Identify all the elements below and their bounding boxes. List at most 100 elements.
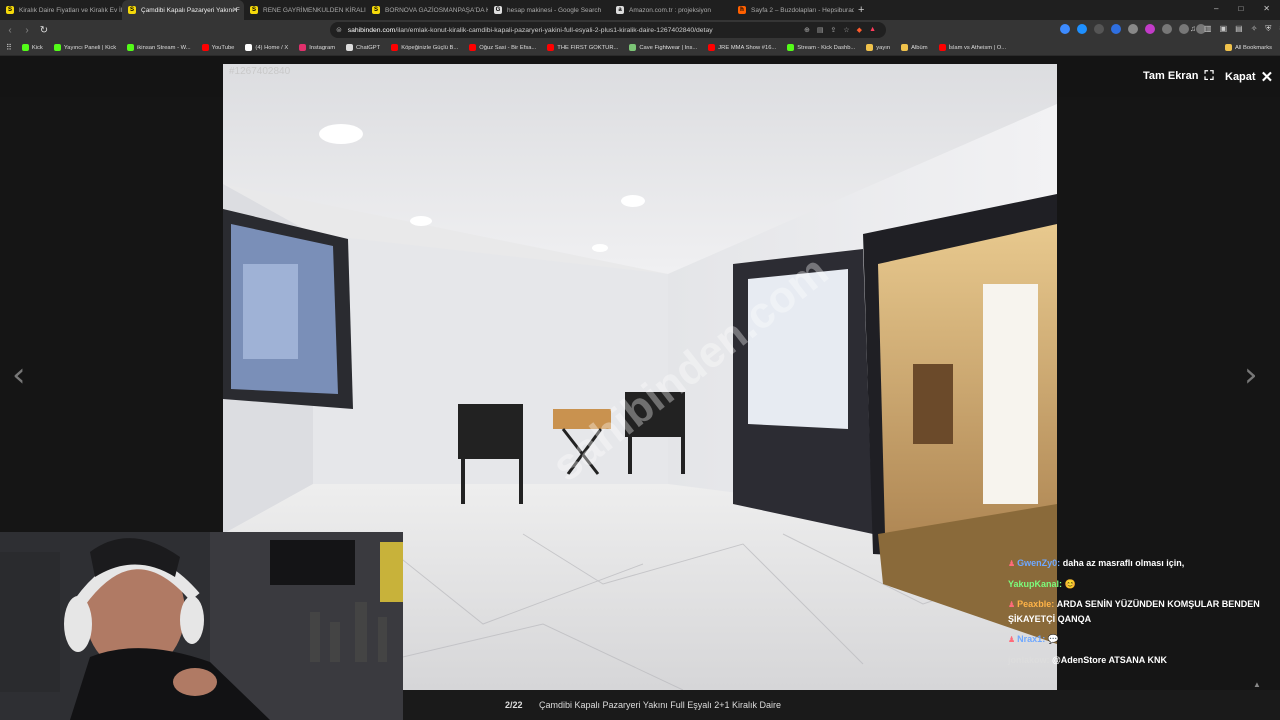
bookmark-item[interactable]: ikinsan Stream - W... — [127, 44, 191, 51]
extension-icon[interactable] — [1145, 24, 1155, 34]
bookmark-item[interactable]: (4) Home / X — [245, 44, 288, 51]
bookmark-item[interactable]: Albüm — [901, 44, 928, 51]
new-tab-button[interactable]: + — [858, 4, 864, 16]
chat-username[interactable]: Nrax1: — [1017, 634, 1045, 644]
fullscreen-button[interactable]: Tam Ekran ⛶ — [1143, 68, 1214, 84]
site-info-icon[interactable]: ⊜ — [336, 26, 342, 34]
bookmark-label: Instagram — [309, 44, 336, 51]
close-window-button[interactable]: ✕ — [1263, 4, 1270, 13]
extension-icon[interactable] — [1128, 24, 1138, 34]
close-viewer-button[interactable]: Kapat ✕ — [1225, 68, 1273, 86]
bookmark-favicon-icon — [299, 44, 307, 51]
minimize-button[interactable]: – — [1214, 4, 1218, 13]
bookmark-label: ChatGPT — [356, 44, 381, 51]
maximize-button[interactable]: □ — [1238, 4, 1243, 13]
navigation-bar: ‹ › ↻ ⊜ sahibinden.com/ilan/emlak-konut-… — [0, 20, 1280, 40]
bookmark-item[interactable]: JRE MMA Show #16... — [708, 44, 776, 51]
chat-username[interactable]: GwenZy0: — [1017, 558, 1060, 568]
extension-icon[interactable] — [1060, 24, 1070, 34]
streamer-webcam-overlay — [0, 532, 403, 720]
bookmark-favicon-icon — [866, 44, 874, 51]
bookmark-item[interactable]: Instagram — [299, 44, 335, 51]
tab-favicon-icon: S — [372, 6, 380, 14]
bookmark-item[interactable]: Oğuz Sasi - Bir Efsa... — [469, 44, 536, 51]
bookmark-item[interactable]: Cave Fightwear | Ins... — [629, 44, 697, 51]
tab-title: hesap makinesi - Google Search — [507, 6, 602, 14]
window-controls: – □ ✕ — [1214, 4, 1270, 13]
bookmark-item[interactable]: Yayıncı Paneli | Kick — [53, 44, 116, 51]
all-bookmarks-label: All Bookmarks — [1234, 44, 1272, 51]
apps-icon[interactable]: ⠿ — [6, 43, 12, 52]
leo-icon[interactable]: ✧ — [1251, 24, 1258, 34]
tab-title: Amazon.com.tr : projeksiyon — [629, 6, 712, 14]
share-icon[interactable]: ⇪ — [831, 26, 837, 34]
bookmark-favicon-icon — [901, 44, 909, 51]
bookmark-item[interactable]: İslam vs Atheism | O... — [938, 44, 1006, 51]
brave-rewards-icon[interactable]: ▲ — [869, 26, 876, 34]
extension-icon[interactable] — [1162, 24, 1172, 34]
scroll-up-icon[interactable]: ▲ — [1253, 680, 1261, 689]
forward-button[interactable]: › — [20, 25, 34, 36]
tab-close-icon[interactable]: ✕ — [232, 6, 238, 14]
tab-list: S Kiralık Daire Fiyatları ve Kiralık Ev İ… — [0, 0, 854, 20]
bookmarks-bar: ⠿ Kick Yayıncı Paneli | Kick ikinsan Strea… — [0, 40, 1280, 56]
bookmark-item[interactable]: Stream - Kick Dashb... — [787, 44, 855, 51]
reload-button[interactable]: ↻ — [37, 25, 51, 36]
browser-tab[interactable]: a Amazon.com.tr : projeksiyon — [610, 0, 732, 20]
chat-text: 💬 — [1047, 634, 1059, 644]
tab-favicon-icon: S — [6, 6, 14, 14]
tab-title: Sayfa 2 – Buzdolapları - Hepsiburada — [751, 6, 854, 14]
bookmark-item[interactable]: ChatGPT — [346, 44, 380, 51]
chat-username[interactable]: Peaxble: — [1017, 599, 1054, 609]
bookmark-favicon-icon — [547, 44, 555, 51]
browser-tab-strip: S Kiralık Daire Fiyatları ve Kiralık Ev İ… — [0, 0, 1280, 20]
bookmark-item[interactable]: Kick — [21, 44, 43, 51]
bookmark-item[interactable]: THE FIRST GOKTUR... — [547, 44, 618, 51]
extension-icons — [1060, 24, 1206, 34]
back-button[interactable]: ‹ — [3, 25, 17, 36]
next-photo-arrow-icon[interactable]: › — [1244, 355, 1258, 395]
browser-tab[interactable]: h Sayfa 2 – Buzdolapları - Hepsiburada — [732, 0, 854, 20]
bookmark-label: Albüm — [911, 44, 928, 51]
extension-icon[interactable] — [1077, 24, 1087, 34]
bookmark-item[interactable]: Köpeğinizle Güçlü B... — [391, 44, 458, 51]
chat-message: ♟ GwenZy0: daha az masraflı olması için, — [1003, 553, 1280, 574]
browser-tab[interactable]: S Kiralık Daire Fiyatları ve Kiralık Ev İ… — [0, 0, 122, 20]
bookmark-label: yayın — [876, 44, 891, 51]
extension-icon[interactable] — [1179, 24, 1189, 34]
chat-text: 😊 — [1064, 579, 1076, 589]
bookmark-label: Cave Fightwear | Ins... — [639, 44, 698, 51]
bookmark-label: JRE MMA Show #16... — [718, 44, 777, 51]
vpn-icon[interactable]: ⛨ — [1265, 24, 1271, 34]
tab-title: Kiralık Daire Fiyatları ve Kiralık Ev İl… — [19, 6, 122, 14]
browser-tab[interactable]: S BORNOVA GAZİOSMANPAŞA'DA KA — [366, 0, 488, 20]
bookmark-favicon-icon — [391, 44, 399, 51]
bookmark-item[interactable]: yayın — [866, 44, 890, 51]
tab-search-icon[interactable]: ▣ — [1220, 24, 1228, 34]
wallet-icon[interactable]: ▤ — [1235, 24, 1243, 34]
browser-tab[interactable]: S Çamdibi Kapalı Pazaryeri Yakını F ✕ — [122, 0, 244, 20]
reader-icon[interactable]: ▤ — [817, 26, 824, 34]
extension-icon[interactable] — [1094, 24, 1104, 34]
tab-favicon-icon: S — [128, 6, 136, 14]
sidebar-icon[interactable]: ▥ — [1204, 24, 1212, 34]
close-label: Kapat — [1225, 71, 1256, 83]
music-icon[interactable]: ♫ — [1190, 24, 1196, 34]
browser-tab[interactable]: Ghesap makinesi - Google Search — [488, 0, 610, 20]
browser-tab[interactable]: S RENE GAYRİMENKULDEN KİRALIK 2+ — [244, 0, 366, 20]
photo-caption-bar: 2/22 Çamdibi Kapalı Pazaryeri Yakını Ful… — [403, 690, 1280, 720]
tab-title: RENE GAYRİMENKULDEN KİRALIK 2+ — [263, 6, 366, 14]
extension-icon[interactable] — [1111, 24, 1121, 34]
chat-username[interactable]: YakupKanal: — [1008, 579, 1062, 589]
address-bar[interactable]: ⊜ sahibinden.com/ilan/emlak-konut-kirali… — [330, 22, 886, 38]
chat-username[interactable]: jonlakow: — [1008, 655, 1050, 665]
bookmark-favicon-icon — [938, 44, 946, 51]
brave-shield-icon[interactable]: ◆ — [857, 26, 862, 34]
bookmark-item[interactable]: YouTube — [201, 44, 234, 51]
chat-text: daha az masraflı olması için, — [1062, 558, 1185, 568]
all-bookmarks-folder[interactable]: All Bookmarks — [1224, 44, 1272, 51]
tab-favicon-icon: S — [250, 6, 258, 14]
zoom-icon[interactable]: ⊕ — [804, 26, 810, 34]
bookmark-star-icon[interactable]: ☆ — [843, 26, 849, 34]
previous-photo-arrow-icon[interactable]: ‹ — [12, 355, 26, 395]
